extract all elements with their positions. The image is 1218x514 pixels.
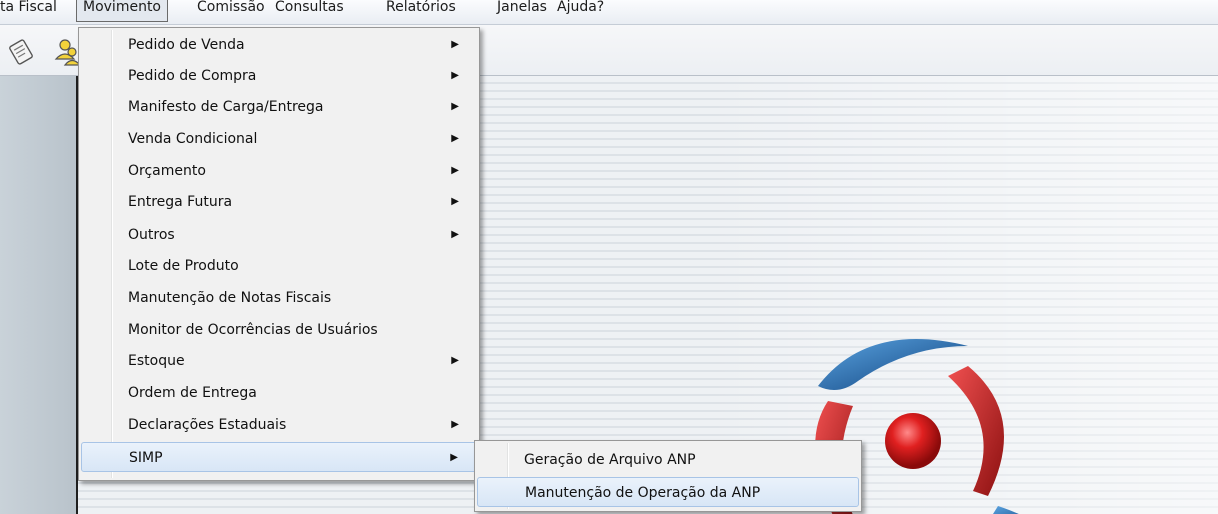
- menu-bar: ta Fiscal Movimento Comissão Consultas R…: [0, 0, 1218, 25]
- submenu-item-manutencao-operacao-anp[interactable]: Manutenção de Operação da ANP: [477, 477, 859, 507]
- submenu-arrow-icon: ▶: [451, 229, 459, 240]
- simp-submenu: Geração de Arquivo ANP Manutenção de Ope…: [474, 440, 862, 512]
- menu-item-ordem-de-entrega[interactable]: Ordem de Entrega: [81, 378, 477, 408]
- menu-item-label: Declarações Estaduais: [128, 417, 287, 433]
- menu-item-label: Lote de Produto: [128, 258, 239, 274]
- menu-item-label: Manutenção de Notas Fiscais: [128, 290, 332, 306]
- movimento-dropdown-menu: Pedido de Venda ▶ Pedido de Compra ▶ Man…: [78, 27, 480, 481]
- menu-item-label: Ordem de Entrega: [128, 385, 257, 401]
- menu-item-venda-condicional[interactable]: Venda Condicional ▶: [81, 124, 477, 154]
- menu-item-estoque[interactable]: Estoque ▶: [81, 346, 477, 376]
- submenu-arrow-icon: ▶: [451, 355, 459, 366]
- menu-item-label: Pedido de Compra: [128, 68, 257, 84]
- menu-item-entrega-futura[interactable]: Entrega Futura ▶: [81, 187, 477, 217]
- menu-item-manifesto-de-carga[interactable]: Manifesto de Carga/Entrega ▶: [81, 92, 477, 122]
- submenu-arrow-icon: ▶: [451, 101, 459, 112]
- menu-item-label: Pedido de Venda: [128, 37, 245, 53]
- submenu-arrow-icon: ▶: [451, 165, 459, 176]
- menu-item-orcamento[interactable]: Orçamento ▶: [81, 156, 477, 186]
- submenu-arrow-icon: ▶: [451, 196, 459, 207]
- menu-item-pedido-de-compra[interactable]: Pedido de Compra ▶: [81, 61, 477, 91]
- document-icon[interactable]: [6, 37, 36, 67]
- submenu-arrow-icon: ▶: [451, 70, 459, 81]
- menu-relatorios[interactable]: Relatórios: [386, 0, 456, 21]
- menu-item-lote-de-produto[interactable]: Lote de Produto: [81, 251, 477, 281]
- submenu-item-label: Manutenção de Operação da ANP: [525, 485, 761, 501]
- menu-item-outros[interactable]: Outros ▶: [81, 220, 477, 250]
- submenu-item-label: Geração de Arquivo ANP: [524, 452, 696, 468]
- menu-nota-fiscal[interactable]: ta Fiscal: [0, 0, 57, 21]
- submenu-arrow-icon: ▶: [451, 39, 459, 50]
- menu-consultas[interactable]: Consultas: [275, 0, 344, 21]
- menu-item-label: SIMP: [129, 450, 163, 466]
- menu-item-pedido-de-venda[interactable]: Pedido de Venda ▶: [81, 30, 477, 60]
- menu-item-label: Manifesto de Carga/Entrega: [128, 99, 324, 115]
- menu-comissao[interactable]: Comissão: [197, 0, 265, 21]
- menu-item-declaracoes-estaduais[interactable]: Declarações Estaduais ▶: [81, 410, 477, 440]
- menu-item-monitor-ocorrencias[interactable]: Monitor de Ocorrências de Usuários: [81, 315, 477, 345]
- submenu-item-geracao-arquivo-anp[interactable]: Geração de Arquivo ANP: [477, 445, 859, 475]
- menu-item-label: Outros: [128, 227, 175, 243]
- menu-item-label: Monitor de Ocorrências de Usuários: [128, 322, 378, 338]
- menu-movimento[interactable]: Movimento: [76, 0, 168, 22]
- left-panel: [0, 76, 78, 514]
- menu-item-label: Orçamento: [128, 163, 206, 179]
- submenu-arrow-icon: ▶: [451, 133, 459, 144]
- menu-item-label: Estoque: [128, 353, 185, 369]
- menu-janelas[interactable]: Janelas: [497, 0, 547, 21]
- menu-item-label: Entrega Futura: [128, 194, 233, 210]
- menu-item-simp[interactable]: SIMP ▶: [81, 442, 477, 472]
- submenu-arrow-icon: ▶: [451, 419, 459, 430]
- menu-item-label: Venda Condicional: [128, 131, 258, 147]
- menu-ajuda[interactable]: Ajuda?: [557, 0, 604, 21]
- submenu-arrow-icon: ▶: [450, 452, 458, 463]
- menu-item-manutencao-notas-fiscais[interactable]: Manutenção de Notas Fiscais: [81, 283, 477, 313]
